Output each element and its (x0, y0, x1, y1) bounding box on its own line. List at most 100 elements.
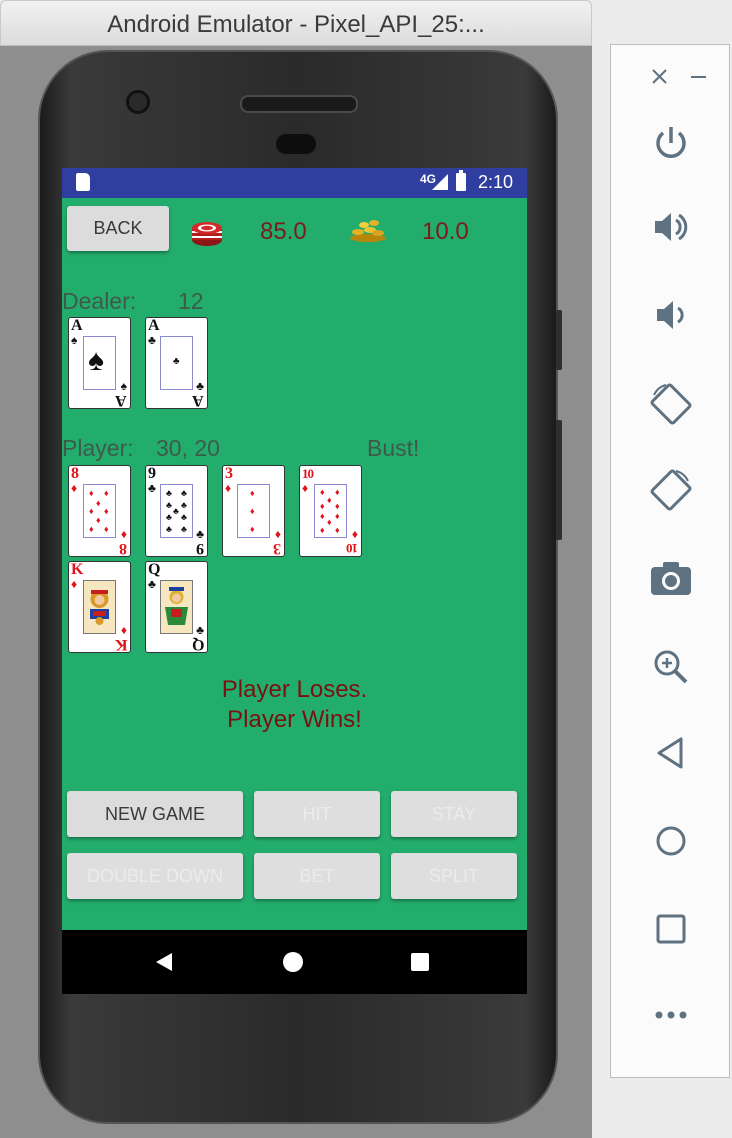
card-rank: A (71, 317, 83, 334)
card-rank: 8 (119, 540, 127, 557)
card-suit: ♦ (225, 481, 232, 495)
card-rank: K (114, 636, 127, 653)
card-suit: ♦ (274, 527, 281, 541)
card-face (83, 580, 116, 634)
window-titlebar: Android Emulator - Pixel_API_25:... (0, 0, 592, 46)
home-icon[interactable] (611, 823, 731, 859)
sd-card-icon (76, 173, 90, 191)
phone-volume-button (556, 420, 562, 540)
nav-home-icon[interactable] (282, 951, 304, 973)
card-suit: ♣ (148, 481, 156, 495)
card-suit: ♣ (196, 379, 204, 393)
card-suit: ♣ (196, 623, 204, 637)
rotate-right-icon[interactable] (611, 467, 731, 513)
signal-icon (432, 174, 448, 190)
player-label: Player: (62, 435, 134, 461)
back-button[interactable]: BACK (67, 206, 169, 251)
diamond-pips: ♦ ♦ ♦ ♦ ♦ ♦ ♦ ♦ ♦ ♦ (320, 487, 340, 535)
card-suit: ♠ (120, 379, 127, 393)
card-rank: Q (148, 561, 161, 578)
card-suit: ♦ (351, 527, 358, 541)
card-rank: 3 (273, 540, 281, 557)
player-card: 8 ♦ ♦ ♦ ♦ ♦ ♦ ♦ ♦ ♦ ♦ 8 (68, 465, 131, 557)
player-card: Q ♣ ♣ Q (145, 561, 208, 653)
card-suit: ♣ (148, 577, 156, 591)
card-suit: ♦ (302, 481, 309, 495)
card-rank: 10 (347, 541, 358, 556)
bet-button[interactable]: BET (254, 853, 380, 899)
navigation-bar (62, 930, 527, 994)
club-pips: ♣ ♣ ♣ ♣ ♣ ♣ ♣ ♣ ♣ (166, 488, 187, 534)
card-rank: A (192, 392, 204, 409)
coins-icon (350, 220, 386, 242)
player-status: Bust! (367, 435, 420, 461)
card-rank: 8 (71, 465, 79, 482)
card-suit: ♦ (71, 481, 78, 495)
spade-icon: ♠ (88, 344, 104, 377)
card-face (160, 580, 193, 634)
bet-value: 10.0 (422, 218, 469, 245)
volume-up-icon[interactable] (611, 207, 731, 247)
king-figure-icon (84, 581, 115, 633)
queen-figure-icon (161, 581, 192, 633)
card-suit: ♦ (120, 527, 127, 541)
diamond-pips: ♦ ♦ ♦ ♦ ♦ ♦ ♦ ♦ (89, 488, 109, 534)
player-card: 3 ♦ ♦ ♦ ♦ ♦ 3 (222, 465, 285, 557)
overview-icon[interactable] (611, 911, 731, 947)
status-time: 2:10 (478, 172, 514, 192)
dealer-card: A ♠ ♠ ♠ A (68, 317, 131, 409)
card-rank: 3 (225, 465, 233, 482)
card-face: ♠ (83, 336, 116, 390)
zoom-icon[interactable] (611, 647, 731, 687)
front-camera (126, 90, 150, 114)
volume-down-icon[interactable] (611, 295, 731, 335)
close-minimize-controls (652, 69, 706, 84)
card-rank: 9 (148, 465, 156, 482)
proximity-sensor (276, 134, 316, 154)
card-face: ♣ ♣ ♣ ♣ ♣ ♣ ♣ ♣ ♣ (160, 484, 193, 538)
split-button[interactable]: SPLIT (391, 853, 517, 899)
card-suit: ♦ (120, 623, 127, 637)
nav-back-icon[interactable] (154, 952, 174, 972)
new-game-button[interactable]: NEW GAME (67, 791, 243, 837)
hit-button[interactable]: HIT (254, 791, 380, 837)
card-rank: 10 (302, 466, 314, 481)
player-score: 30, 20 (156, 435, 220, 461)
card-face: ♦ ♦ ♦ ♦ ♦ ♦ ♦ ♦ (83, 484, 116, 538)
card-face: ♦ ♦ ♦ (237, 484, 270, 538)
nav-overview-icon[interactable] (411, 953, 429, 971)
status-bar: 4G 2:10 (62, 168, 527, 198)
card-suit: ♠ (71, 333, 78, 347)
card-suit: ♦ (71, 577, 78, 591)
card-suit: ♣ (148, 333, 156, 347)
more-icon[interactable] (611, 1007, 731, 1023)
card-face: ♦ ♦ ♦ ♦ ♦ ♦ ♦ ♦ ♦ ♦ (314, 484, 347, 538)
player-card: K ♦ ♦ K (68, 561, 131, 653)
dealer-score: 12 (178, 288, 204, 314)
player-card: 9 ♣ ♣ ♣ ♣ ♣ ♣ ♣ ♣ ♣ ♣ ♣ 9 (145, 465, 208, 557)
camera-icon[interactable] (611, 559, 731, 597)
card-rank: A (148, 317, 160, 334)
bank-value: 85.0 (260, 218, 307, 245)
card-rank: 9 (196, 540, 204, 557)
phone-screen: 4G 2:10 BACK 85.0 10.0 Dealer: 12 A ♠ ♠ … (62, 168, 527, 994)
player-card: 10 ♦ ♦ ♦ ♦ ♦ ♦ ♦ ♦ ♦ ♦ ♦ ♦ 10 (299, 465, 362, 557)
card-rank: K (71, 561, 84, 578)
card-rank: Q (191, 636, 204, 653)
phone-side-button (556, 310, 562, 370)
battery-icon (456, 170, 466, 191)
back-icon[interactable] (611, 735, 731, 771)
rotate-left-icon[interactable] (611, 381, 731, 427)
power-icon[interactable] (611, 123, 731, 163)
stay-button[interactable]: STAY (391, 791, 517, 837)
diamond-pips: ♦ ♦ ♦ (250, 488, 255, 534)
double-down-button[interactable]: DOUBLE DOWN (67, 853, 243, 899)
dealer-label: Dealer: (62, 288, 137, 314)
result-message-1: Player Loses. (221, 676, 368, 703)
dealer-card: A ♣ ♣ ♣ A (145, 317, 208, 409)
earpiece-speaker (240, 95, 358, 113)
window-title: Android Emulator - Pixel_API_25:... (107, 11, 485, 38)
close-icon[interactable] (652, 69, 667, 84)
club-icon: ♣ (173, 356, 180, 367)
card-suit: ♣ (196, 527, 204, 541)
